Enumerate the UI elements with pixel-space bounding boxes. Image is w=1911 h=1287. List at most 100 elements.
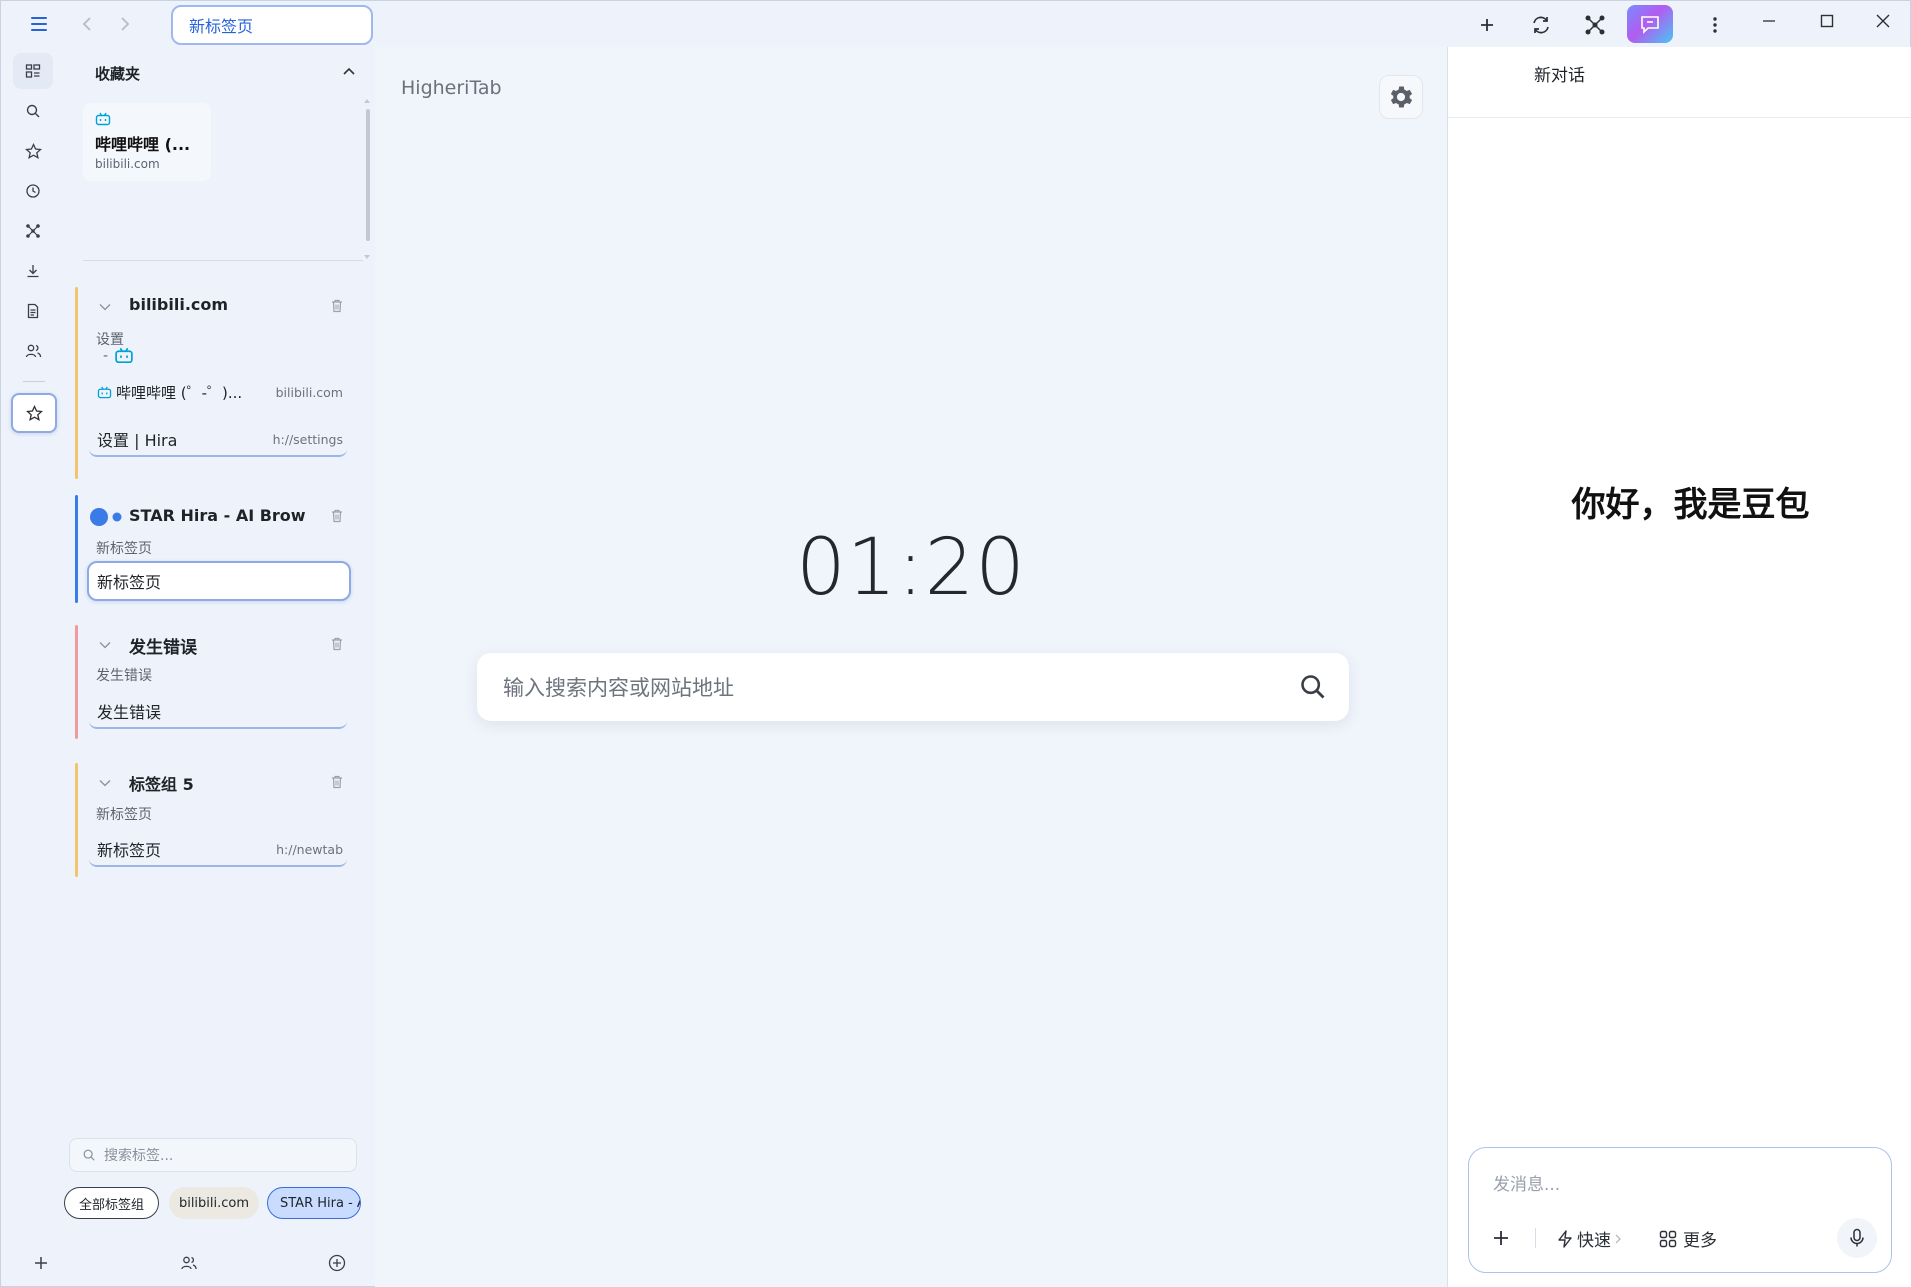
- tab-item[interactable]: 设置 | Hira h://settings: [89, 423, 347, 457]
- tab-url: bilibili.com: [275, 384, 343, 400]
- tab-url: h://settings: [272, 431, 343, 447]
- chevron-down-icon[interactable]: [97, 775, 113, 791]
- add-circle-icon[interactable]: [325, 1251, 349, 1275]
- menu-icon[interactable]: [23, 10, 55, 38]
- star-icon[interactable]: [13, 133, 53, 169]
- chat-title: 新对话: [1534, 66, 1585, 86]
- tab-group-5: 标签组 5 新标签页 新标签页 h://newtab: [75, 763, 365, 877]
- trash-icon[interactable]: [329, 636, 345, 652]
- clock: 01:20: [796, 523, 1026, 613]
- tab-search-input[interactable]: 搜索标签...: [69, 1138, 357, 1172]
- tab-group-star: STAR Hira - AI Brow 新标签页 新标签页: [75, 495, 365, 603]
- chevron-up-icon[interactable]: [339, 61, 359, 81]
- bilibili-icon: [95, 112, 111, 126]
- gear-icon[interactable]: [1379, 75, 1423, 119]
- group-color-bar: [75, 763, 78, 877]
- ai-chat-icon[interactable]: [1627, 5, 1673, 43]
- group-subtitle: 发生错误: [96, 668, 152, 684]
- group-title[interactable]: 发生错误: [129, 633, 197, 658]
- search-placeholder: 输入搜索内容或网站地址: [503, 676, 734, 700]
- add-icon[interactable]: [29, 1251, 53, 1275]
- search-icon[interactable]: [13, 93, 53, 129]
- maximize-icon[interactable]: [1811, 5, 1843, 37]
- new-tab-icon[interactable]: [1471, 9, 1503, 41]
- group-subtitle: 新标签页: [96, 807, 152, 823]
- tab-item[interactable]: 发生错误: [89, 695, 347, 729]
- sidebar-panel: 收藏夹 哔哩哔哩 (... bilibili.com bilibili.com …: [63, 47, 373, 1287]
- group-title[interactable]: 标签组 5: [129, 771, 194, 795]
- chip-bilibili[interactable]: bilibili.com: [169, 1187, 259, 1219]
- title-bar: 新标签页: [1, 1, 1911, 47]
- tab-item[interactable]: 哔哩哔哩 (゜-゜)... bilibili.com: [89, 375, 347, 409]
- refresh-icon[interactable]: [1525, 9, 1557, 41]
- group-subtitle: 新标签页: [96, 541, 152, 557]
- trash-icon[interactable]: [329, 774, 345, 790]
- close-icon[interactable]: [1867, 5, 1899, 37]
- tab-item-selected[interactable]: 新标签页: [87, 561, 351, 601]
- ai-chat-panel: 新对话 你好，我是豆包 发消息... 快速 更多: [1447, 47, 1911, 1287]
- tab-group-bilibili: bilibili.com 设置 - 哔哩哔哩 (゜-゜)... bilibili…: [75, 287, 365, 479]
- attach-plus-icon[interactable]: [1487, 1224, 1515, 1252]
- browser-window: 新标签页 收藏夹 哔哩哔哩 (... bilibili.com bilibili…: [0, 0, 1911, 1287]
- more-icon[interactable]: [1699, 9, 1731, 41]
- group-color-bar: [75, 287, 78, 479]
- group-title[interactable]: bilibili.com: [129, 295, 228, 314]
- quick-button[interactable]: 快速: [1557, 1226, 1621, 1251]
- microphone-icon[interactable]: [1837, 1218, 1877, 1258]
- chevron-down-icon[interactable]: [97, 637, 113, 653]
- group-color-bar: [75, 495, 78, 603]
- users-icon[interactable]: [13, 333, 53, 369]
- minimize-icon[interactable]: [1753, 5, 1785, 37]
- tab-title: 发生错误: [97, 703, 162, 722]
- lightning-icon: [1558, 1229, 1572, 1248]
- chevron-down-icon[interactable]: [97, 299, 113, 315]
- star-space-icon[interactable]: [11, 393, 57, 433]
- download-icon[interactable]: [13, 253, 53, 289]
- back-icon[interactable]: [73, 10, 101, 38]
- history-icon[interactable]: [13, 173, 53, 209]
- trash-icon[interactable]: [329, 508, 345, 524]
- bilibili-icon: [115, 347, 133, 364]
- favorite-title: 哔哩哔哩 (...: [95, 135, 191, 154]
- tabs-icon[interactable]: [13, 53, 53, 89]
- bilibili-icon: [97, 386, 112, 398]
- chip-all-groups[interactable]: 全部标签组: [64, 1187, 159, 1219]
- nodes-icon[interactable]: [1579, 9, 1611, 41]
- chat-input-placeholder: 发消息...: [1493, 1175, 1561, 1195]
- status-dots-icon: [90, 508, 122, 526]
- tab-title: 设置 | Hira: [97, 431, 178, 450]
- chat-header-divider: [1448, 117, 1911, 118]
- favorites-scroll-thumb[interactable]: [366, 109, 370, 241]
- new-tab-page: HigheriTab 01:20 输入搜索内容或网站地址: [375, 47, 1447, 1287]
- favorites-divider: [83, 260, 363, 261]
- document-icon[interactable]: [13, 293, 53, 329]
- group-subtitle: 设置: [96, 332, 124, 348]
- input-divider: [1535, 1228, 1536, 1248]
- quick-label: 快速: [1577, 1231, 1611, 1251]
- nodes-icon[interactable]: [13, 213, 53, 249]
- search-input[interactable]: 输入搜索内容或网站地址: [477, 653, 1349, 721]
- more-button[interactable]: 更多: [1659, 1226, 1717, 1251]
- tab-item[interactable]: 新标签页 h://newtab: [89, 833, 347, 867]
- chat-input-box[interactable]: 发消息... 快速 更多: [1468, 1147, 1892, 1273]
- tab-title: 哔哩哔哩 (゜-゜)...: [116, 383, 243, 402]
- group-title[interactable]: STAR Hira - AI Brow: [129, 506, 306, 525]
- forward-icon[interactable]: [111, 10, 139, 38]
- search-icon: [83, 1149, 95, 1161]
- subtitle-dash: -: [103, 347, 109, 364]
- users-icon[interactable]: [177, 1251, 201, 1275]
- favorite-domain: bilibili.com: [95, 157, 160, 171]
- tab-title: 新标签页: [97, 573, 162, 592]
- favorite-item[interactable]: 哔哩哔哩 (... bilibili.com: [83, 103, 211, 181]
- tab-search-placeholder: 搜索标签...: [104, 1148, 174, 1164]
- address-bar[interactable]: 新标签页: [171, 5, 373, 45]
- grid-icon: [1659, 1230, 1677, 1247]
- trash-icon[interactable]: [329, 298, 345, 314]
- more-label: 更多: [1683, 1231, 1717, 1251]
- chat-greeting: 你好，我是豆包: [1571, 485, 1810, 525]
- favorites-heading: 收藏夹: [95, 65, 141, 83]
- tab-title: 新标签页: [97, 841, 162, 860]
- chip-star[interactable]: STAR Hira - AI Brow: [267, 1187, 361, 1219]
- search-icon[interactable]: [1299, 673, 1327, 701]
- tab-url: h://newtab: [276, 841, 343, 857]
